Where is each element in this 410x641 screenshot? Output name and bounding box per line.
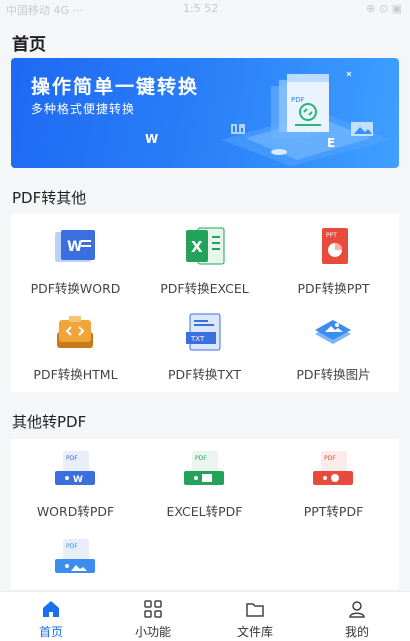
pdf-to-txt-label: PDF转换TXT <box>168 367 241 382</box>
home-icon <box>43 601 59 617</box>
section-title-pdf-to-other: PDF转其他 <box>12 189 87 207</box>
pdf-to-word-label: PDF转换WORD <box>30 281 121 296</box>
image-doc-icon <box>315 320 351 344</box>
svg-text:PDF: PDF <box>291 96 305 104</box>
carrier-text: 中国移动 4G ··· <box>6 4 84 17</box>
promo-banner[interactable]: 操作简单一键转换 多种格式便捷转换 PDF W E <box>11 58 399 168</box>
pdf-to-excel-label: PDF转换EXCEL <box>160 281 249 296</box>
status-indicators: ⊕ ⊙ ▣ <box>366 2 402 15</box>
section-title-other-to-pdf: 其他转PDF <box>12 413 87 431</box>
tab-tools-label: 小功能 <box>134 625 171 639</box>
bottom-tab-bar: 首页 小功能 文件库 我的 <box>0 591 410 641</box>
tab-files[interactable]: 文件库 <box>204 592 306 641</box>
image-to-pdf-icon: PDF <box>55 539 95 573</box>
tab-home[interactable]: 首页 <box>0 592 102 641</box>
page-title: 首页 <box>12 35 46 55</box>
tab-profile-label: 我的 <box>344 625 369 639</box>
svg-text:PDF: PDF <box>66 543 78 550</box>
txt-doc-icon: TXT <box>186 313 221 351</box>
user-icon <box>349 601 365 618</box>
pdf-to-excel-item[interactable]: X PDF转换EXCEL <box>140 226 269 306</box>
pdf-to-ppt-label: PDF转换PPT <box>297 281 370 296</box>
other-to-pdf-card: PDF W WORD转PDF PDF EXCEL转PDF PDF PPT转PDF <box>11 439 399 589</box>
ppt-to-pdf-icon: PDF <box>313 451 353 485</box>
excel-to-pdf-item[interactable]: PDF EXCEL转PDF <box>140 449 269 529</box>
svg-text:PDF: PDF <box>195 455 207 462</box>
tab-home-label: 首页 <box>38 625 63 639</box>
svg-text:PDF: PDF <box>324 455 336 462</box>
clock-text: 1:5 52 <box>183 2 219 15</box>
excel-doc-icon: X <box>186 227 225 265</box>
word-to-pdf-item[interactable]: PDF W WORD转PDF <box>11 449 140 529</box>
svg-text:TXT: TXT <box>190 335 205 343</box>
word-to-pdf-label: WORD转PDF <box>36 504 115 519</box>
pdf-to-image-label: PDF转换图片 <box>296 367 371 382</box>
ppt-to-pdf-label: PPT转PDF <box>303 504 364 519</box>
excel-to-pdf-label: EXCEL转PDF <box>166 504 243 519</box>
svg-text:W: W <box>67 239 82 255</box>
image-to-pdf-item[interactable]: PDF <box>11 537 140 587</box>
grid-icon <box>144 600 162 618</box>
pdf-to-other-card: W PDF转换WORD X PDF转换EXCEL PPT PDF转换PPT PD… <box>11 214 399 392</box>
svg-text:PDF: PDF <box>66 455 78 462</box>
pdf-to-word-item[interactable]: W PDF转换WORD <box>11 226 140 306</box>
pdf-to-html-item[interactable]: PDF转换HTML <box>11 312 140 392</box>
html-doc-icon <box>57 316 93 348</box>
banner-excel-letter: E <box>327 136 336 150</box>
word-doc-icon: W <box>55 230 95 262</box>
pdf-to-image-item[interactable]: PDF转换图片 <box>269 312 398 392</box>
banner-title: 操作简单一键转换 <box>31 76 200 98</box>
svg-text:PPT: PPT <box>326 232 337 239</box>
pdf-to-html-label: PDF转换HTML <box>33 367 118 382</box>
banner-word-letter: W <box>145 132 159 146</box>
banner-subtitle: 多种格式便捷转换 <box>31 102 136 116</box>
ppt-doc-icon: PPT <box>322 228 348 264</box>
tab-files-label: 文件库 <box>236 625 273 639</box>
pdf-to-txt-item[interactable]: TXT PDF转换TXT <box>140 312 269 392</box>
ppt-to-pdf-item[interactable]: PDF PPT转PDF <box>269 449 398 529</box>
svg-text:X: X <box>191 238 203 256</box>
conversion-illustration: PDF <box>221 71 391 166</box>
tab-profile[interactable]: 我的 <box>306 592 408 641</box>
word-to-pdf-icon: PDF W <box>55 451 95 485</box>
tab-tools[interactable]: 小功能 <box>102 592 204 641</box>
svg-text:W: W <box>73 475 83 485</box>
pdf-to-ppt-item[interactable]: PPT PDF转换PPT <box>269 226 398 306</box>
status-bar: 中国移动 4G ··· 1:5 52 ⊕ ⊙ ▣ <box>0 0 410 18</box>
excel-to-pdf-icon: PDF <box>184 451 224 485</box>
folder-icon <box>246 603 264 617</box>
